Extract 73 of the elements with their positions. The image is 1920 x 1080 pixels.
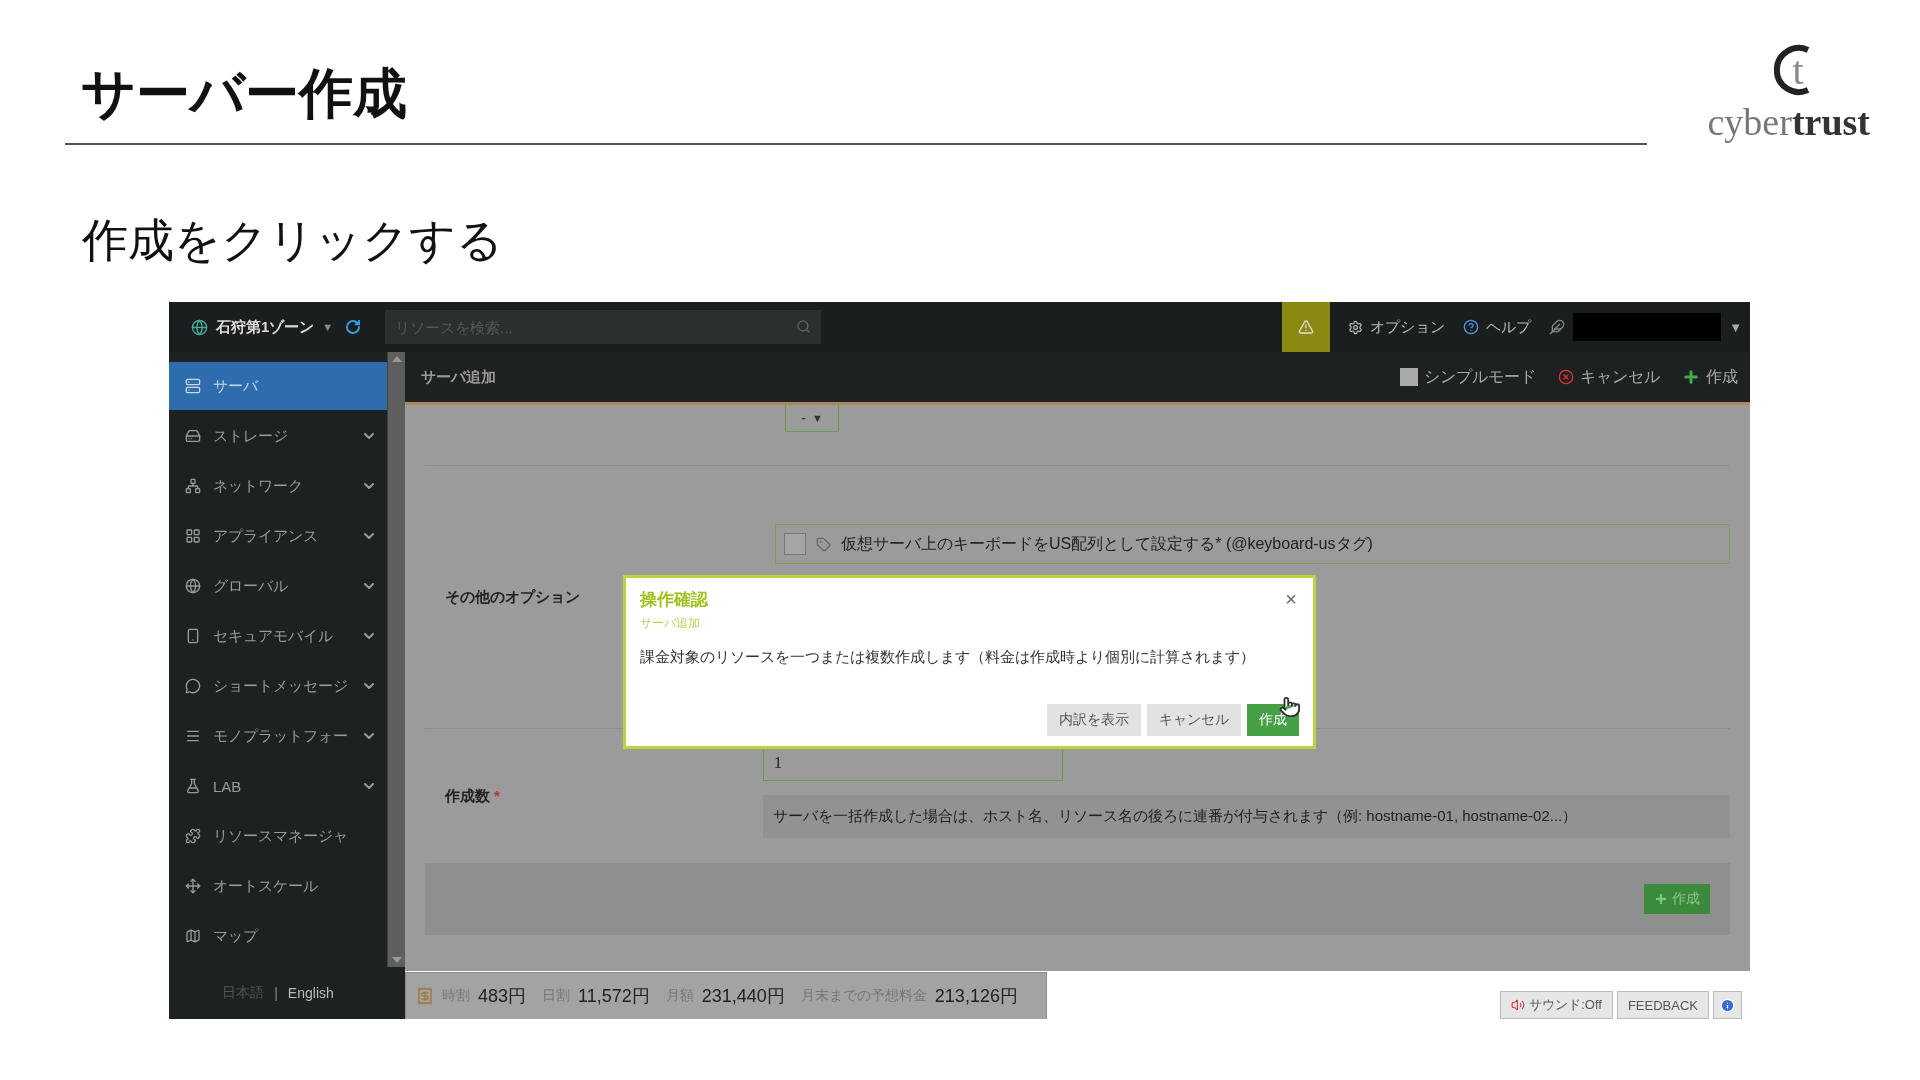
simple-mode-toggle[interactable]: シンプルモード	[1400, 366, 1536, 388]
dialog-title: 操作確認	[640, 589, 708, 611]
feather-icon[interactable]	[1549, 319, 1566, 335]
grid-icon	[185, 528, 201, 544]
sidebar-item[interactable]: LAB	[169, 762, 387, 810]
dialog-button[interactable]: 内訳を表示	[1047, 704, 1141, 736]
globe-icon	[191, 318, 208, 336]
sound-button[interactable]: サウンド:Off	[1500, 991, 1613, 1019]
cost-value: 231,440円	[701, 985, 785, 1008]
phone-icon	[185, 628, 201, 644]
help-icon	[1463, 319, 1480, 335]
sidebar-item[interactable]: モノプラットフォー	[169, 712, 387, 760]
cancel-icon	[1558, 369, 1574, 385]
info-button[interactable]	[1713, 991, 1742, 1019]
cost-value: 213,126円	[934, 985, 1018, 1008]
warning-button[interactable]	[1282, 302, 1331, 352]
plus-icon	[1654, 892, 1668, 906]
dropdown[interactable]: - ▼	[785, 405, 839, 432]
create-button[interactable]: 作成	[1682, 366, 1738, 388]
logo-mark: t	[1764, 40, 1820, 100]
sidebar-item[interactable]: サーバ	[169, 362, 387, 410]
sidebar-item[interactable]: セキュアモバイル	[169, 612, 387, 660]
refresh-icon[interactable]	[345, 319, 362, 335]
move-arrows-icon	[185, 878, 201, 894]
cancel-button[interactable]: キャンセル	[1558, 366, 1660, 388]
dialog-button[interactable]: キャンセル	[1147, 704, 1241, 736]
sidebar-item[interactable]: マップ	[169, 912, 387, 960]
speaker-icon	[1511, 998, 1526, 1012]
sidebar-item[interactable]: アプライアンス	[169, 512, 387, 560]
map-icon	[185, 928, 201, 944]
globe-icon	[185, 578, 201, 594]
network-icon	[185, 478, 201, 494]
slide-title: サーバー作成	[80, 62, 408, 125]
options-link[interactable]: オプション	[1348, 317, 1446, 337]
close-button[interactable]: ×	[1285, 588, 1297, 611]
receipt-icon	[416, 987, 434, 1005]
field-label: その他のオプション	[445, 587, 580, 607]
sidebar-item[interactable]: ストレージ	[169, 412, 387, 460]
separator: |	[274, 985, 278, 1001]
help-link[interactable]: ヘルプ	[1463, 317, 1532, 337]
sidebar-item[interactable]: オートスケール	[169, 862, 387, 910]
info-icon	[1720, 997, 1735, 1013]
cost-value: 483円	[478, 985, 527, 1008]
checkbox[interactable]	[784, 533, 806, 555]
sidebar-item[interactable]: ショートメッセージ	[169, 662, 387, 710]
plus-icon	[1682, 368, 1700, 386]
puzzle-icon	[185, 828, 201, 844]
sidebar-item[interactable]: ネットワーク	[169, 462, 387, 510]
warning-icon	[1298, 319, 1315, 335]
panel-title: サーバ追加	[421, 367, 496, 387]
sidebar-item[interactable]: リソースマネージャ	[169, 812, 387, 860]
server-icon	[185, 378, 201, 394]
drive-icon	[185, 428, 201, 444]
zone-selector[interactable]: 石狩第1ゾーン ▼	[169, 317, 346, 337]
logo-wordmark: cybertrust	[1707, 100, 1870, 144]
feedback-button[interactable]: FEEDBACK	[1616, 991, 1709, 1019]
slide-subtitle: 作成をクリックする	[82, 213, 504, 268]
scrollbar[interactable]	[387, 352, 405, 967]
dialog-message: 課金対象のリソースを一つまたは複数作成します（料金は作成時より個別に計算されます）	[640, 648, 1255, 667]
chat-bubble-icon	[185, 678, 201, 694]
field-label: 作成数 *	[445, 786, 500, 806]
user-menu-caret[interactable]: ▼	[1729, 319, 1742, 335]
tag-icon	[816, 536, 831, 552]
language-link[interactable]: English	[287, 985, 334, 1001]
list-icon	[185, 728, 201, 744]
cost-value: 11,572円	[578, 985, 650, 1008]
search-icon	[796, 319, 812, 334]
hint-text: サーバを一括作成した場合は、ホスト名、リソース名の後ろに連番が付与されます（例: hostname-01, hostname-02...）	[763, 795, 1730, 838]
option-label: 仮想サーバ上のキーボードをUS配列として設定する* (@keyboard-usタグ)	[841, 533, 1373, 554]
flask-icon	[185, 778, 201, 794]
sidebar-item[interactable]: グローバル	[169, 562, 387, 610]
settings-icon	[1348, 319, 1364, 335]
dialog-subtitle: サーバ追加	[640, 615, 700, 632]
